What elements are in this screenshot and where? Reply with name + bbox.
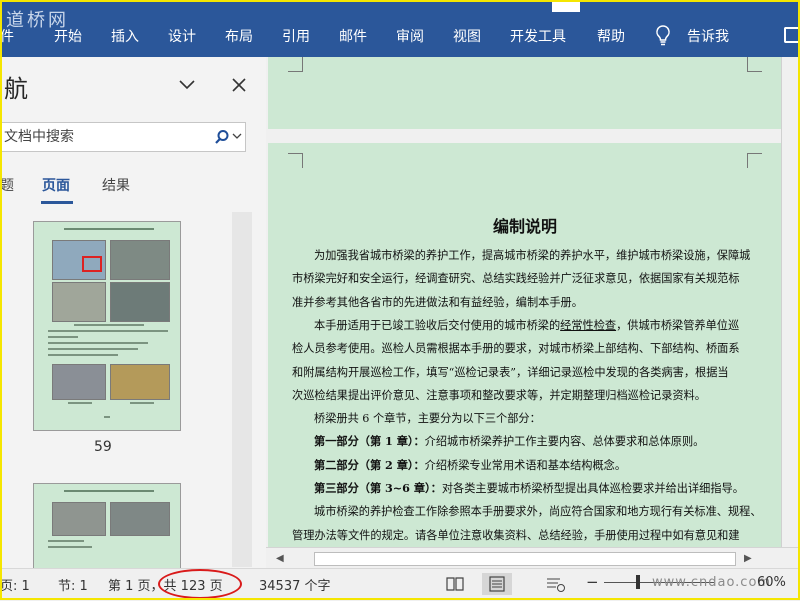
doc-line: 第二部分（第 2 章）：介绍桥梁专业常用术语和基本结构概念。 [314,457,626,473]
web-layout-icon [547,578,565,592]
doc-text: 第一部分（第 1 章）： [314,434,425,449]
nav-tab-headings[interactable]: 题 [0,175,14,195]
active-tab-indicator [41,201,73,204]
doc-text: 介绍城市桥梁养护工作主要内容、总体要求和总体原则。 [424,435,705,449]
doc-text: 对各类主要城市桥梁桥型提出具体巡检要求并给出详细指导。 [441,482,744,495]
doc-text: 经常性检查 [560,318,617,332]
tell-me-label[interactable]: 告诉我 [687,26,729,46]
doc-text: 介绍桥梁专业常用术语和基本结构概念。 [424,458,627,472]
doc-text: 管理办法等文件的规定。请各单位注意收集资料、总结经验，手册使用过程中如有意见和建 [292,528,740,542]
nav-tabs: 题 页面 结果 [0,175,266,207]
scroll-right-icon[interactable]: ▶ [744,553,752,564]
tab-references[interactable]: 引用 [282,26,310,46]
search-input[interactable] [4,127,204,147]
zoom-slider-thumb[interactable] [636,575,640,589]
tab-mailings[interactable]: 邮件 [339,26,367,46]
doc-line: 第一部分（第 1 章）：介绍城市桥梁养护工作主要内容、总体要求和总体原则。 [314,433,704,449]
close-icon[interactable] [231,77,247,93]
tab-help[interactable]: 帮助 [597,26,625,46]
doc-text: 第二部分（第 2 章）： [314,457,425,472]
document-page: 编制说明 为加强我省城市桥梁的养护工作，提高城市桥梁的养护水平，维护城市桥梁设施… [268,143,782,547]
doc-text: 城市桥梁的养护检查工作除参照本手册要求外，尚应符合国家和地方现行有关标准、规程、 [314,505,762,519]
doc-text: 准并参考其他各省市的先进做法和有益经验，编制本手册。 [292,295,583,309]
doc-line: 为加强我省城市桥梁的养护工作，提高城市桥梁的养护水平，维护城市桥梁设施，保障城 [314,247,750,263]
doc-text: 桥梁册共 6 个章节，主要分为以下三个部分： [314,412,541,426]
tab-home[interactable]: 开始 [54,26,82,46]
doc-text: 第三部分（第 3~6 章）： [314,481,442,495]
doc-line: 准并参考其他各省市的先进做法和有益经验，编制本手册。 [292,294,583,310]
doc-line: 桥梁册共 6 个章节，主要分为以下三个部分： [314,410,541,426]
chevron-down-icon[interactable] [178,79,196,91]
lightbulb-icon[interactable] [654,24,672,46]
page-thumbnails: 59 [0,209,266,568]
tab-insert[interactable]: 插入 [111,26,139,46]
doc-text: 市桥梁完好和安全运行，经调查研究、总结实践经验并广泛征求意见，依据国家有关规范标 [292,272,740,286]
title-bar-gap [552,0,580,12]
book-icon [446,577,464,591]
nav-title: 航 [4,75,28,103]
status-section: 节: 1 [58,579,88,594]
tab-review[interactable]: 审阅 [396,26,424,46]
doc-line: 和附属结构开展巡检工作，填写“巡检记录表”，详细记录巡检中发现的各类病害，根据当 [292,364,729,380]
nav-scrollbar[interactable] [232,212,252,567]
navigation-pane: 航 题 页面 结果 [0,57,266,568]
nav-tab-pages[interactable]: 页面 [42,175,70,195]
doc-text: 为加强我省城市桥梁的养护工作，提高城市桥梁的养护水平，维护城市桥梁设施，保障城 [314,249,751,262]
document-area[interactable]: 编制说明 为加强我省城市桥梁的养护工作，提高城市桥梁的养护水平，维护城市桥梁设施… [266,57,800,547]
doc-text: 次巡检结果提出评价意见、注意事项和整改要求等，并定期整理归档巡检记录资料。 [292,388,706,402]
document-vertical-scrollbar[interactable] [781,57,800,547]
zoom-out-button[interactable]: − [586,573,599,591]
status-page[interactable]: 页: 1 [0,575,30,594]
doc-line: 本手册适用于已竣工验收后交付使用的城市桥梁的经常性检查，供城市桥梁管养单位巡 [314,317,739,333]
highlight-annotation [158,569,242,599]
page-thumbnail[interactable] [33,221,181,431]
doc-text: 检人员参考使用。巡检人员需根据本手册的要求，对城市桥梁上部结构、下部结构、桥面系 [292,342,740,356]
tab-developer[interactable]: 开发工具 [510,26,566,46]
web-layout-button[interactable] [540,573,570,595]
watermark: www.cndao.com [652,575,772,590]
doc-text: 本手册适用于已竣工验收后交付使用的城市桥梁的 [314,318,561,332]
thumbnail-page-number: 59 [94,439,112,455]
status-word-count[interactable]: 34537 个字 [259,575,331,594]
page-icon [489,576,505,592]
previous-page [268,57,782,129]
doc-line: 城市桥梁的养护检查工作除参照本手册要求外，尚应符合国家和地方现行有关标准、规程、 [314,503,762,519]
horizontal-scrollbar[interactable]: ◀ ▶ [266,547,800,569]
doc-line: 第三部分（第 3~6 章）：对各类主要城市桥梁桥型提出具体巡检要求并给出详细指导… [314,480,744,496]
tab-design[interactable]: 设计 [168,26,196,46]
zoom-level[interactable]: 60% [757,575,786,590]
doc-line: 次巡检结果提出评价意见、注意事项和整改要求等，并定期整理归档巡检记录资料。 [292,387,706,403]
doc-line: 市桥梁完好和安全运行，经调查研究、总结实践经验并广泛征求意见，依据国家有关规范标 [292,270,740,286]
status-bar: 页: 1 节: 1 第 1 页，共 123 页 34537 个字 − www.c… [0,568,800,601]
nav-tab-results[interactable]: 结果 [102,175,130,195]
page-thumbnail[interactable] [33,483,181,568]
tab-view[interactable]: 视图 [453,26,481,46]
doc-line: 检人员参考使用。巡检人员需根据本手册的要求，对城市桥梁上部结构、下部结构、桥面系 [292,340,740,356]
doc-text: ，供城市桥梁管养单位巡 [616,318,740,332]
scrollbar-thumb[interactable] [314,552,736,566]
print-layout-button[interactable] [482,573,512,595]
tab-file[interactable]: 件 [0,26,14,46]
read-mode-button[interactable] [440,573,470,595]
doc-title: 编制说明 [492,217,557,236]
search-icon[interactable] [214,129,230,145]
comment-icon[interactable] [784,27,800,43]
search-options-chevron-icon[interactable] [232,132,242,140]
doc-line: 管理办法等文件的规定。请各单位注意收集资料、总结经验，手册使用过程中如有意见和建 [292,527,740,543]
search-box [0,122,246,152]
ribbon: 道桥网 件 开始 插入 设计 布局 引用 邮件 审阅 视图 开发工具 帮助 告诉… [0,0,800,57]
tab-layout[interactable]: 布局 [225,26,253,46]
scroll-left-icon[interactable]: ◀ [276,553,284,564]
doc-text: 和附属结构开展巡检工作，填写“巡检记录表”，详细记录巡检中发现的各类病害，根据当 [292,365,729,379]
